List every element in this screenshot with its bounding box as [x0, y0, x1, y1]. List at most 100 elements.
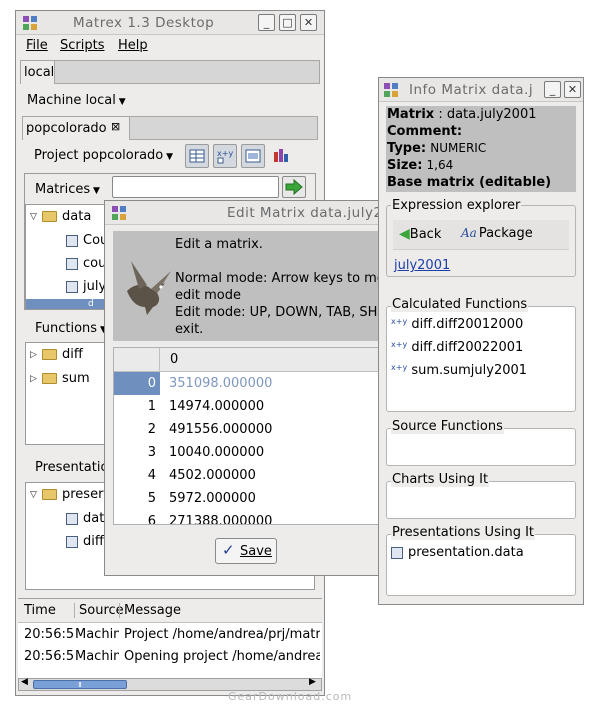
chevron-down-icon: ▼ [163, 152, 174, 162]
tree-item[interactable]: july [66, 279, 106, 294]
table-row[interactable]: 20:56:5 Machin Project /home/andrea/prj/… [18, 625, 322, 647]
machine-tab-strip [20, 60, 320, 84]
cell-value[interactable]: 4502.000000 [169, 464, 256, 487]
row-index[interactable]: 1 [114, 395, 160, 418]
info-title: Info Matrix data.j [409, 82, 534, 98]
close-button[interactable]: ✕ [564, 81, 581, 98]
tree-folder-data[interactable]: ▽ data [30, 209, 91, 224]
watermark: GearDownload.com [228, 690, 353, 703]
tree-folder-presentation[interactable]: ▽ preser [30, 487, 103, 502]
table-row[interactable]: 2 491556.000000 [114, 418, 388, 441]
matrices-combo[interactable]: Matrices ▼ [35, 182, 100, 197]
matrices-go-button[interactable] [282, 176, 306, 198]
chevron-down-icon: ▼ [115, 97, 126, 107]
folder-icon [42, 373, 57, 384]
project-combo[interactable]: Project popcolorado ▼ [34, 148, 173, 163]
chevron-down-icon: ▼ [90, 186, 100, 196]
minimize-button[interactable]: _ [544, 81, 561, 98]
maximize-button[interactable]: □ [279, 14, 296, 31]
menu-help[interactable]: Help [118, 38, 148, 53]
collapsed-arrow-icon[interactable]: ▷ [30, 350, 42, 360]
charts-using-title: Charts Using It [391, 472, 490, 487]
log-col-message[interactable]: Message [119, 603, 181, 618]
tab-popcolorado[interactable]: popcolorado ⊠ [22, 116, 130, 140]
row-index[interactable]: 0 [114, 372, 160, 395]
edit-matrix-window: Edit Matrix data.july2 Edit a matrix. No… [104, 200, 390, 576]
row-index[interactable]: 6 [114, 510, 160, 524]
log-col-source[interactable]: Source [74, 603, 124, 618]
scroll-right-icon[interactable]: ▶ [309, 677, 316, 687]
presentation-icon [66, 535, 78, 548]
info-titlebar[interactable]: Info Matrix data.j _ ✕ [379, 78, 583, 102]
package-button[interactable]: Aa Package [461, 226, 533, 241]
list-item[interactable]: presentation.data [391, 545, 524, 560]
edit-help-text: Edit a matrix. Normal mode: Arrow keys t… [175, 237, 385, 337]
table-row[interactable]: 1 14974.000000 [114, 395, 388, 418]
info-matrix-window: Info Matrix data.j _ ✕ Matrix : data.jul… [378, 77, 584, 605]
expanded-arrow-icon[interactable]: ▽ [30, 212, 42, 222]
cell-value[interactable]: 10040.000000 [169, 441, 264, 464]
checkmark-icon: ✓ [222, 541, 235, 559]
matrix-link[interactable]: july2001 [394, 258, 450, 273]
tree-item[interactable]: cou [66, 256, 106, 271]
row-index[interactable]: 2 [114, 418, 160, 441]
table-row[interactable]: 20:56:5 Machin Opening project /home/and… [18, 647, 322, 669]
functions-combo[interactable]: Functions ▼ [35, 321, 107, 336]
chart-view-button[interactable] [270, 144, 294, 168]
tab-local[interactable]: local [20, 60, 55, 84]
save-button[interactable]: ✓ Save [215, 538, 277, 564]
matrices-search-input[interactable] [112, 176, 279, 198]
tree-folder-sum[interactable]: ▷ sum [30, 371, 90, 386]
tab-close-icon[interactable]: ⊠ [111, 120, 120, 133]
folder-icon [42, 211, 57, 222]
list-item[interactable]: x+y diff.diff20012000 [391, 317, 523, 332]
source-functions-title: Source Functions [391, 419, 504, 434]
presentation-icon [245, 149, 261, 163]
log-col-time[interactable]: Time [24, 603, 56, 618]
table-row[interactable]: 6 271388.000000 [114, 510, 388, 524]
table-row[interactable]: 5 5972.000000 [114, 487, 388, 510]
grid-col-header[interactable]: 0 [170, 352, 178, 367]
cell-value[interactable]: 271388.000000 [169, 510, 272, 524]
tree-item-selected[interactable]: d [26, 299, 106, 309]
presentation-view-button[interactable] [241, 144, 265, 168]
function-icon: x+y [391, 363, 408, 372]
cell-value[interactable]: 14974.000000 [169, 395, 264, 418]
machine-combo[interactable]: Machine local ▼ [27, 93, 126, 108]
back-button[interactable]: ◀Back [399, 226, 441, 242]
app-icon [112, 206, 126, 220]
matrix-grid: 0 0 351098.000000 1 14974.000000 2 491556.000… [113, 347, 389, 525]
minimize-button[interactable]: _ [258, 14, 275, 31]
menu-scripts[interactable]: Scripts [60, 38, 104, 53]
presentation-icon [391, 546, 403, 559]
tree-item[interactable]: diff [66, 534, 104, 549]
close-button[interactable]: ✕ [300, 14, 317, 31]
log-table: Time Source Message 20:56:5 Machin Proje… [18, 598, 322, 678]
scroll-thumb[interactable]: Ⅱ [33, 680, 127, 689]
list-item[interactable]: x+y sum.sumjuly2001 [391, 363, 527, 378]
collapsed-arrow-icon[interactable]: ▷ [30, 374, 42, 384]
svg-text:x+y: x+y [217, 149, 233, 158]
matrix-icon [66, 257, 78, 270]
menu-file[interactable]: File [26, 38, 48, 53]
table-row[interactable]: 3 10040.000000 [114, 441, 388, 464]
table-row[interactable]: 0 351098.000000 [114, 372, 388, 395]
edit-title: Edit Matrix data.july2 [227, 205, 383, 221]
function-view-button[interactable]: x+y [213, 144, 237, 168]
table-row[interactable]: 4 4502.000000 [114, 464, 388, 487]
cell-value[interactable]: 491556.000000 [169, 418, 272, 441]
tree-item[interactable]: Cou [66, 233, 108, 248]
main-titlebar[interactable]: Matrex 1.3 Desktop _ □ ✕ [16, 11, 324, 35]
cell-value[interactable]: 5972.000000 [169, 487, 256, 510]
calculated-functions-title: Calculated Functions [391, 297, 529, 312]
expanded-arrow-icon[interactable]: ▽ [30, 490, 42, 500]
row-index[interactable]: 4 [114, 464, 160, 487]
tree-folder-diff[interactable]: ▷ diff [30, 347, 83, 362]
row-index[interactable]: 3 [114, 441, 160, 464]
list-item[interactable]: x+y diff.diff20022001 [391, 340, 523, 355]
table-view-button[interactable] [185, 144, 209, 168]
row-index[interactable]: 5 [114, 487, 160, 510]
scroll-left-icon[interactable]: ◀ [21, 677, 28, 687]
cell-value[interactable]: 351098.000000 [169, 372, 272, 395]
edit-titlebar[interactable]: Edit Matrix data.july2 [105, 201, 389, 225]
